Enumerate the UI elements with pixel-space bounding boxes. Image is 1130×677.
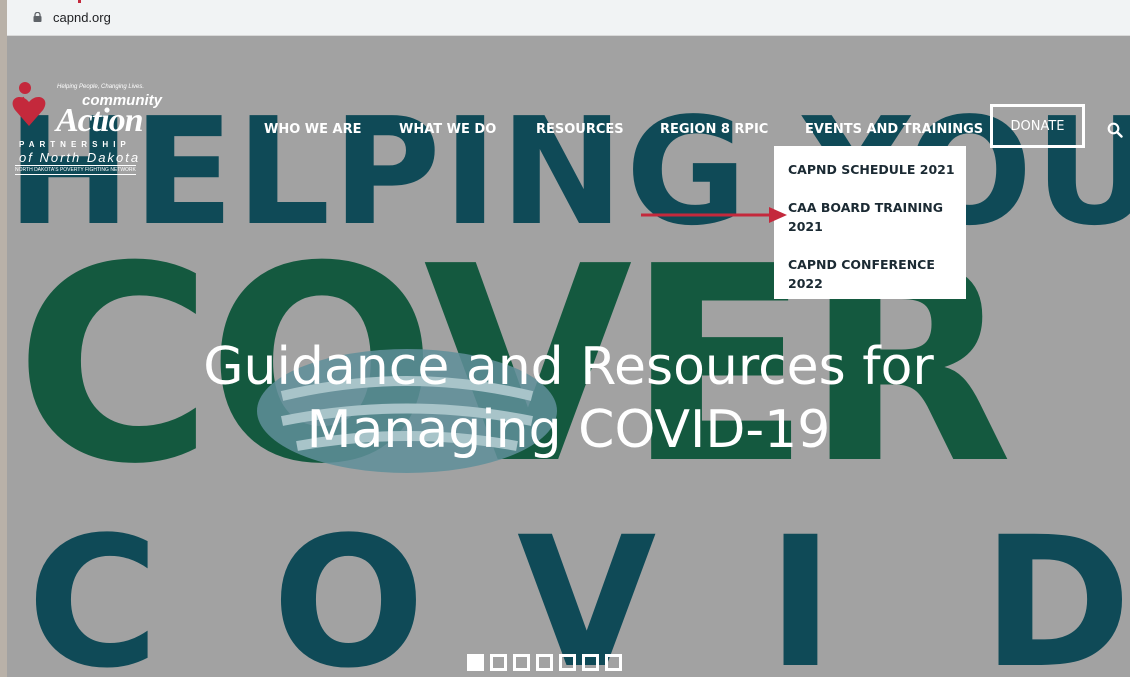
logo-north-dakota-text: of North Dakota — [19, 150, 141, 165]
hero-banner: HELPING YOU COVER C O V I D Helping Peop… — [7, 36, 1130, 677]
slider-dot[interactable] — [582, 654, 599, 671]
hero-letter-o: O — [272, 499, 426, 677]
browser-window: capnd.org HELPING YOU COVER C O V I D He… — [0, 0, 1130, 677]
hero-letter-c: C — [27, 499, 160, 677]
nav-resources[interactable]: RESOURCES — [536, 122, 624, 137]
hero-letter-v: V — [517, 499, 657, 677]
window-edge — [0, 0, 7, 677]
dropdown-item-capnd-schedule-2021[interactable]: CAPND SCHEDULE 2021 — [788, 160, 958, 179]
logo-network-text: NORTH DAKOTA'S POVERTY FIGHTING NETWORK — [15, 165, 136, 175]
logo-action-text: Action — [56, 102, 144, 139]
slider-pagination — [467, 654, 622, 674]
slider-dot[interactable] — [605, 654, 622, 671]
slider-dot[interactable] — [536, 654, 553, 671]
slider-dot[interactable] — [513, 654, 530, 671]
hero-headline-line-2: Managing COVID-19 — [306, 400, 831, 460]
logo-partnership-text: PARTNERSHIP — [19, 140, 131, 149]
nav-who-we-are[interactable]: WHO WE ARE — [264, 122, 362, 137]
lock-icon — [33, 12, 42, 22]
dropdown-item-caa-board-training-2021[interactable]: CAA BOARD TRAINING 2021 — [788, 198, 958, 236]
nav-what-we-do[interactable]: WHAT WE DO — [399, 122, 496, 137]
hero-headline-line-1: Guidance and Resources for — [203, 337, 934, 397]
tab-indicator — [78, 0, 81, 3]
hero-letter-d: D — [982, 499, 1130, 677]
annotation-arrow-icon — [641, 207, 787, 223]
hero-letter-i: I — [767, 499, 834, 677]
events-dropdown-menu: CAPND SCHEDULE 2021 CAA BOARD TRAINING 2… — [774, 146, 966, 299]
nav-region-8-rpic[interactable]: REGION 8 RPIC — [660, 122, 768, 137]
logo-tagline: Helping People, Changing Lives. — [57, 84, 145, 90]
dropdown-item-capnd-conference-2022[interactable]: CAPND CONFERENCE 2022 — [788, 255, 958, 293]
hero-headline: Guidance and Resources for Managing COVI… — [7, 336, 1130, 462]
nav-events-and-trainings[interactable]: EVENTS AND TRAININGS — [805, 122, 983, 137]
slider-dot[interactable] — [490, 654, 507, 671]
url-text[interactable]: capnd.org — [53, 10, 111, 25]
address-bar[interactable]: capnd.org — [7, 0, 1130, 36]
donate-button[interactable]: DONATE — [990, 104, 1085, 148]
slider-dot[interactable] — [559, 654, 576, 671]
search-icon[interactable] — [1107, 122, 1123, 138]
slider-dot[interactable] — [467, 654, 484, 671]
site-logo[interactable]: Helping People, Changing Lives. communit… — [7, 80, 167, 180]
